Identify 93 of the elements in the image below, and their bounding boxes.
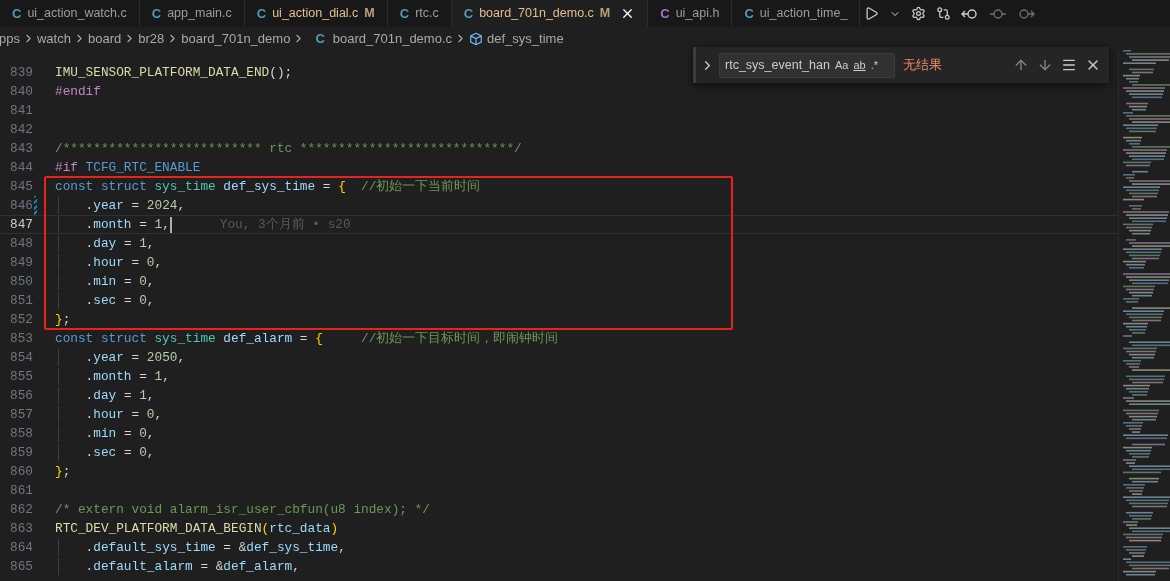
code-line: .sec = 0, [84,443,155,462]
line-number: 856 [9,386,33,405]
line-number: 843 [9,139,33,158]
line-number: 847 [9,215,33,234]
go-back-icon[interactable] [961,6,980,21]
tab-label: ui_action_time_ [759,5,848,23]
code-line: .default_alarm = &def_alarm, [84,557,300,576]
code-line: }; [55,310,71,329]
circle-dot-icon[interactable] [989,6,1008,21]
modified-label: M [599,5,611,23]
line-number: 850 [9,272,33,291]
code-line: .min = 0, [84,424,155,443]
code-line: .day = 1, [84,234,155,253]
code-line: }; [55,462,71,481]
line-number: 857 [9,405,33,424]
no-results-message: 无结果 [903,56,942,75]
line-number: 849 [9,253,33,272]
code-line: RTC_DEV_PLATFORM_DATA_BEGIN(rtc_data) [55,519,339,538]
c-file-icon: C [660,3,670,24]
next-match-icon[interactable] [1037,57,1053,73]
code-line: /* extern void alarm_isr_user_cbfun(u8 index); */ [55,500,430,519]
c-file-icon: C [12,3,22,24]
code-line: .month = 1, [84,215,170,234]
code-line: .default_sys_time = &def_sys_time, [84,538,346,557]
code-line: .hour = 0, [84,405,163,424]
code-line: .day = 1, [84,386,155,405]
c-file-icon: C [463,3,474,24]
breadcrumb-item[interactable]: watch [36,28,71,49]
breadcrumb-item[interactable]: br28 [138,28,165,49]
line-number: 863 [9,519,33,538]
line-number: 840 [9,82,33,101]
run-debug-icon[interactable] [864,6,880,21]
tab-label: ui_api.h [675,5,720,23]
c-file-icon: C [399,3,410,24]
line-number: 851 [9,291,33,310]
search-text: rtc_sys_event_han [725,56,830,74]
text-cursor [169,216,172,233]
code-line: IMU_SENSOR_PLATFORM_DATA_END(); [55,63,293,82]
code-line: #endif [55,82,101,101]
code-line: .min = 0, [84,272,155,291]
code-line: const struct sys_time def_alarm = { //初始一下目标时间，即闹钟时间 [55,329,559,348]
cube-icon [469,31,484,46]
code-line: .sec = 0, [84,291,155,310]
line-number: 861 [9,481,33,500]
code-line: const struct sys_time def_sys_time = { //初始一下当前时间 [55,177,481,196]
tab-label: board_701n_demo.c [479,5,594,23]
line-number: 855 [9,367,33,386]
line-number: 845 [9,177,33,196]
search-option-toggle[interactable]: Aa [834,56,849,74]
search-option-toggle[interactable]: .* [870,56,878,74]
code-line: .hour = 0, [84,253,163,272]
tab-label: ui_action_watch.c [27,5,127,23]
line-number: 862 [9,500,33,519]
c-file-icon: C [256,3,267,24]
c-file-icon: C [151,3,162,24]
line-number: 842 [9,120,33,139]
code-line: #if TCFG_RTC_ENABLE [55,158,201,177]
c-file-icon: C [315,28,325,49]
line-number: 846 [9,196,33,215]
line-number: 839 [9,63,33,82]
go-forward-icon[interactable] [1017,6,1036,21]
line-number: 858 [9,424,33,443]
c-file-icon: C [744,3,754,24]
line-number: 848 [9,234,33,253]
tab-label: app_main.c [167,5,232,23]
line-number: 844 [9,158,33,177]
line-number: 853 [9,329,33,348]
code-line: .year = 2050, [84,348,186,367]
code-line: /************************** rtc ****************************/ [55,139,522,158]
tab-label: ui_action_dial.c [272,5,359,23]
line-number: 859 [9,443,33,462]
code-line: .year = 2024, [84,196,186,215]
breadcrumb-item[interactable]: board [87,28,122,49]
modified-label: M [364,5,375,23]
breadcrumb-item[interactable]: def_sys_time [487,28,564,49]
find-input[interactable]: rtc_sys_event_han Aa ab .* [719,52,895,78]
tab-label: rtc.c [415,5,439,23]
search-option-toggle[interactable]: ab [853,56,866,74]
breadcrumb-item[interactable]: board_701n_demo.c [332,28,453,49]
line-number: 865 [9,557,33,576]
line-number: 854 [9,348,33,367]
line-number: 864 [9,538,33,557]
code-line: .month = 1, [84,367,170,386]
line-number: 852 [9,310,33,329]
settings-icon[interactable] [911,6,927,21]
editor-tab[interactable]: C board_701n_demo.c M [451,0,649,27]
line-number: 860 [9,462,33,481]
compare-changes-icon[interactable] [936,6,952,21]
breadcrumb-item[interactable]: pps [0,28,20,49]
breadcrumb-item[interactable]: board_701n_demo [181,28,291,49]
line-number: 841 [9,101,33,120]
find-in-selection-icon[interactable] [1061,57,1077,73]
previous-match-icon[interactable] [1013,57,1029,73]
